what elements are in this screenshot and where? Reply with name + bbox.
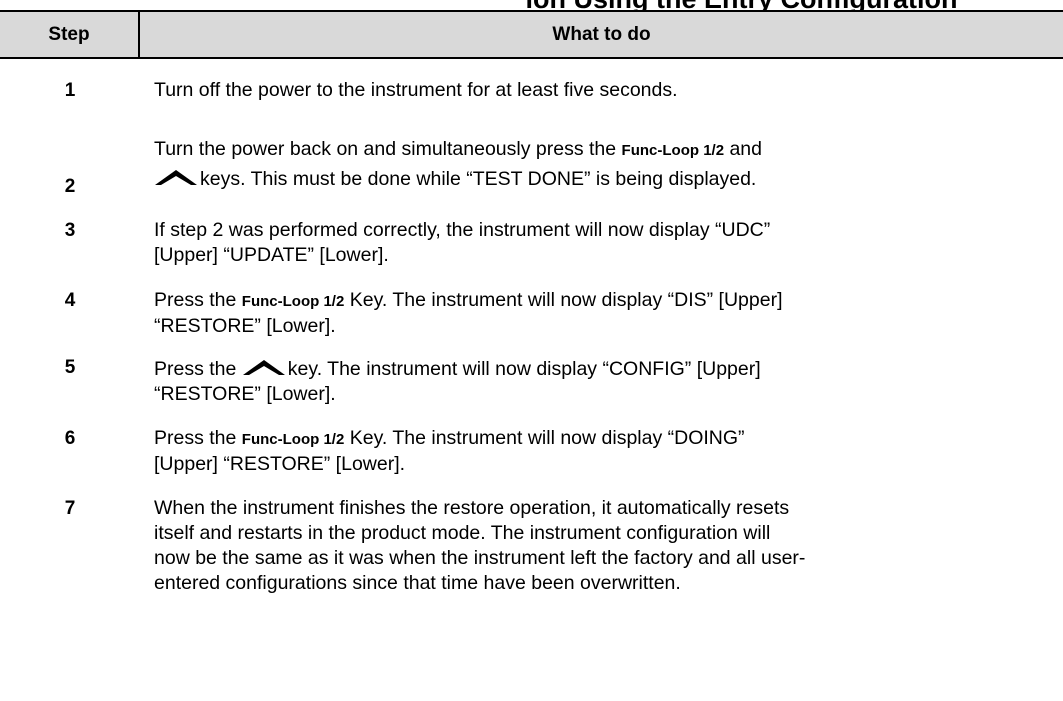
func-loop-key-label: Func-Loop 1/2 <box>241 431 345 448</box>
step-number: 2 <box>64 176 76 197</box>
step-number: 6 <box>64 428 76 449</box>
step-number: 5 <box>64 357 76 378</box>
func-loop-key-label: Func-Loop 1/2 <box>621 142 725 159</box>
step-text: Press the key. The instrument will now d… <box>154 358 761 405</box>
step-text: Press the Func-Loop 1/2 Key. The instrum… <box>154 427 745 475</box>
up-arrow-key-icon <box>242 360 285 375</box>
step-number: 4 <box>64 290 76 311</box>
step-number: 7 <box>64 498 76 519</box>
step-text: If step 2 was performed correctly, the i… <box>154 219 771 266</box>
header-step: Step <box>48 24 90 45</box>
section-title-cut-off: ion Using the Entry Configuration <box>0 0 1063 10</box>
step-line: Turn the power back on and simultaneousl… <box>154 138 762 160</box>
step-line: keys. This must be done while “TEST DONE… <box>154 167 1059 192</box>
table-header-bottom-rule <box>0 57 1063 59</box>
step-number: 1 <box>64 80 76 101</box>
header-what-to-do: What to do <box>552 24 651 45</box>
func-loop-key-label: Func-Loop 1/2 <box>241 293 345 310</box>
step-text: Turn the power back on and simultaneousl… <box>154 137 1059 192</box>
up-arrow-key-icon <box>155 170 197 185</box>
step-number: 3 <box>64 220 76 241</box>
step-text: When the instrument finishes the restore… <box>154 497 806 594</box>
table-header: Step What to do <box>0 12 1063 57</box>
step-text: Turn off the power to the instrument for… <box>154 79 678 101</box>
step-text: Press the Func-Loop 1/2 Key. The instrum… <box>154 289 783 337</box>
